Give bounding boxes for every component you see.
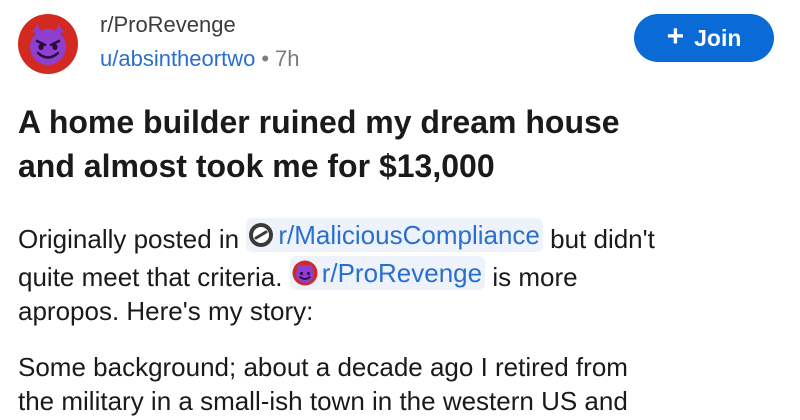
body-text: quite meet that criteria. xyxy=(18,262,290,292)
body-text: is more xyxy=(485,262,578,292)
post-title[interactable]: A home builder ruined my dream house and… xyxy=(18,100,778,188)
plus-icon: + xyxy=(666,19,685,53)
body-text: apropos. Here's my story: xyxy=(18,296,314,326)
devil-face-icon xyxy=(292,260,318,286)
body-paragraph-2: Some background; about a decade ago I re… xyxy=(18,350,788,418)
link-prorevenge[interactable]: r/ProRevenge xyxy=(289,256,486,290)
subreddit-name[interactable]: r/ProRevenge xyxy=(100,12,236,38)
body-paragraph-1: Originally posted in r/MaliciousComplian… xyxy=(18,218,788,328)
post-title-line-1: A home builder ruined my dream house xyxy=(18,104,620,140)
post-header: r/ProRevenge u/absintheortwo • 7h + Join xyxy=(18,8,788,88)
post-title-line-2: and almost took me for $13,000 xyxy=(18,148,495,184)
body-text: Originally posted in xyxy=(18,224,247,254)
post-time: 7h xyxy=(275,46,300,71)
meta-separator: • xyxy=(261,46,270,71)
join-button[interactable]: + Join xyxy=(634,14,774,62)
body-text: but didn't xyxy=(542,224,655,254)
link-malicious-compliance[interactable]: r/MaliciousCompliance xyxy=(246,218,543,252)
join-label: Join xyxy=(694,24,742,51)
body-text: Some background; about a decade ago I re… xyxy=(18,352,628,382)
compliance-icon xyxy=(249,223,274,247)
reddit-post: r/ProRevenge u/absintheortwo • 7h + Join A… xyxy=(0,0,800,420)
body-text: the military in a small-ish town in the … xyxy=(18,386,628,416)
devil-face-icon xyxy=(30,24,66,65)
post-meta: u/absintheortwo • 7h xyxy=(100,46,300,72)
link-malicious-compliance-label: r/MaliciousCompliance xyxy=(278,220,540,250)
post-body: Originally posted in r/MaliciousComplian… xyxy=(18,218,788,420)
link-prorevenge-label: r/ProRevenge xyxy=(321,258,483,288)
subreddit-avatar[interactable] xyxy=(18,14,78,74)
author-username[interactable]: u/absintheortwo xyxy=(100,46,255,71)
